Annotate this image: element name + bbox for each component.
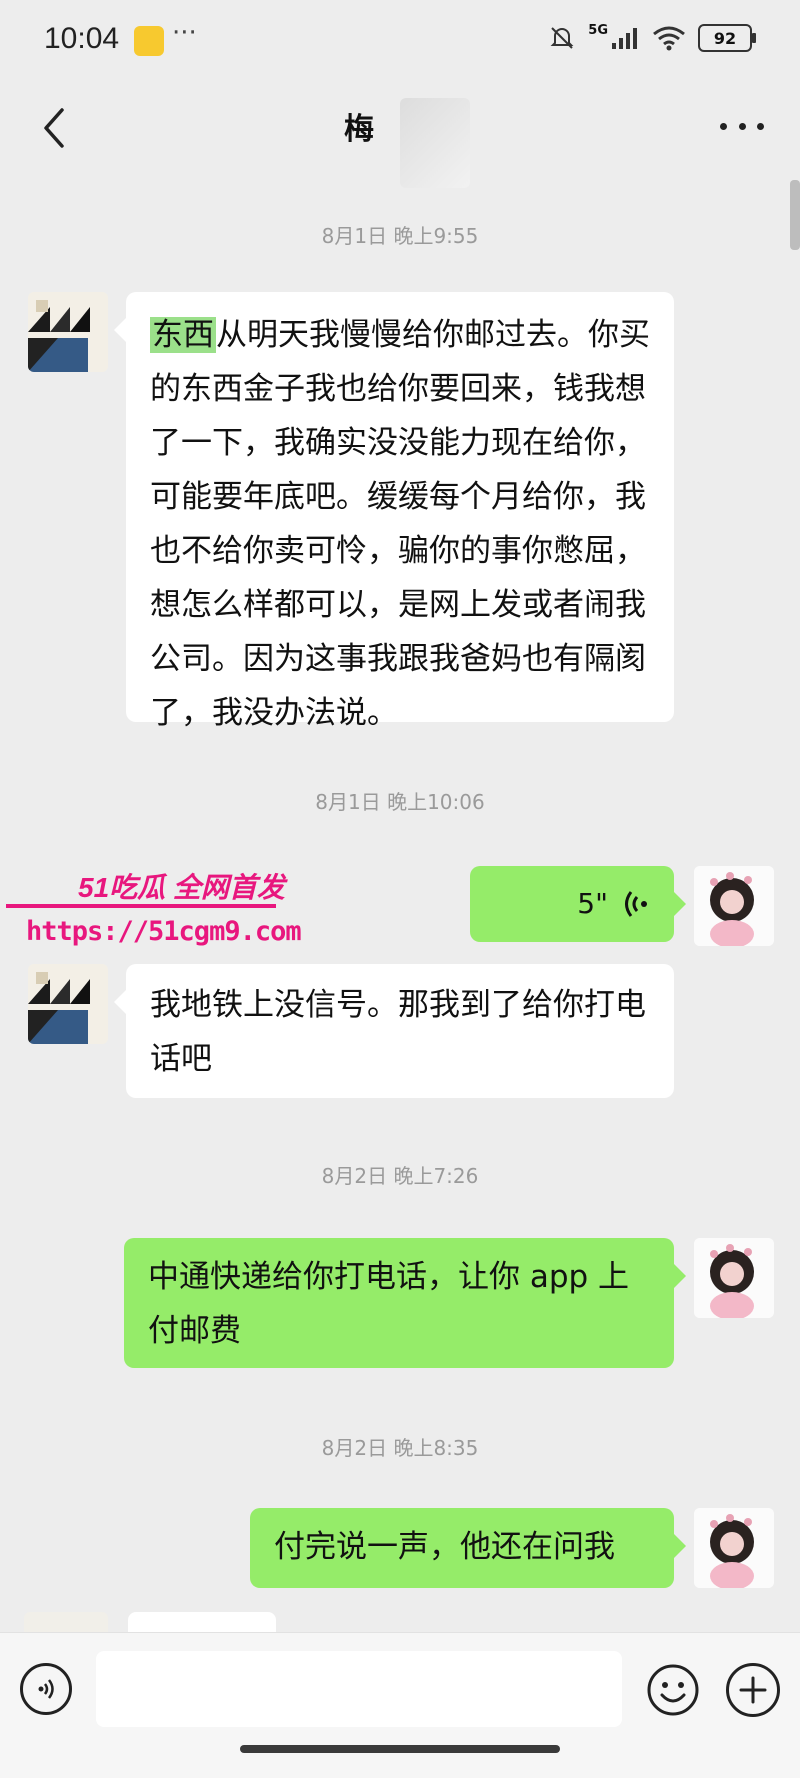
my-avatar[interactable] [694,866,774,946]
watermark-title: 51吃瓜 全网首发 [78,872,285,903]
contact-avatar[interactable] [28,964,108,1044]
message-text: 中通快递给你打电话，让你 app 上付邮费 [148,1259,630,1349]
status-icons: 5G 92 [548,22,756,52]
message-bubble-outgoing[interactable]: 付完说一声，他还在问我 [250,1508,686,1588]
chat-title: 梅 [344,112,374,147]
network-type: 5G [588,22,608,38]
message-timestamp: 8月2日 晚上7:26 [321,1164,479,1188]
back-button[interactable] [28,100,84,156]
message-text: 从明天我慢慢给你邮过去。你买的东西金子我也给你要回来，钱我想了一下，我确实没没能… [150,317,650,731]
message-bubble-outgoing[interactable]: 中通快递给你打电话，让你 app 上付邮费 [124,1238,686,1368]
message-timestamp: 8月1日 晚上10:06 [315,790,485,814]
status-more-indicator: ··· [172,18,197,48]
my-avatar[interactable] [694,1238,774,1318]
notification-app-icon [134,26,164,56]
my-avatar[interactable] [694,1508,774,1588]
message-timestamp: 8月1日 晚上9:55 [321,224,479,248]
input-bar [0,1632,800,1778]
my-avatar-image [694,1238,774,1318]
back-arrow-icon [44,108,64,148]
message-bubble-incoming[interactable]: 我地铁上没信号。那我到了给你打电话吧 [114,964,674,1098]
voice-duration: 5" [577,887,608,920]
contact-avatar-image [28,292,108,372]
battery-indicator: 92 [698,24,756,52]
contact-avatar[interactable] [28,292,108,372]
highlighted-text: 东西 [150,317,216,353]
signal-icon [612,28,637,49]
watermark-url: https://51cgm9.com [26,916,302,947]
voice-input-icon [38,1679,54,1699]
home-indicator[interactable] [240,1745,560,1753]
watermark: 51吃瓜 全网首发 https://51cgm9.com [6,866,306,966]
message-bubble-incoming[interactable]: 东西从明天我慢慢给你邮过去。你买的东西金子我也给你要回来，钱我想了一下，我确实没… [114,292,674,731]
more-icon [720,122,727,130]
status-bar: 10:04 ··· 5G 92 [0,0,800,84]
voice-input-button[interactable] [20,1663,72,1715]
chat-header: 梅 [0,84,800,188]
more-options-button[interactable] [720,114,764,138]
message-text: 付完说一声，他还在问我 [274,1529,615,1565]
message-text: 我地铁上没信号。那我到了给你打电话吧 [150,987,646,1077]
emoji-icon [647,1664,699,1716]
voice-wave-icon [625,891,647,917]
more-actions-button[interactable] [726,1663,780,1717]
voice-message-bubble[interactable]: 5" [470,866,686,942]
contact-avatar-image [28,964,108,1044]
blurred-name-area [400,98,470,188]
emoji-button[interactable] [646,1663,700,1717]
wifi-icon [653,26,685,51]
message-input[interactable] [96,1651,622,1727]
plus-icon [739,1676,767,1704]
battery-level: 92 [713,28,737,48]
message-timestamp: 8月2日 晚上8:35 [321,1436,479,1460]
my-avatar-image [694,1508,774,1588]
status-time: 10:04 [44,22,120,55]
my-avatar-image [694,866,774,946]
mute-bell-icon [550,27,574,49]
